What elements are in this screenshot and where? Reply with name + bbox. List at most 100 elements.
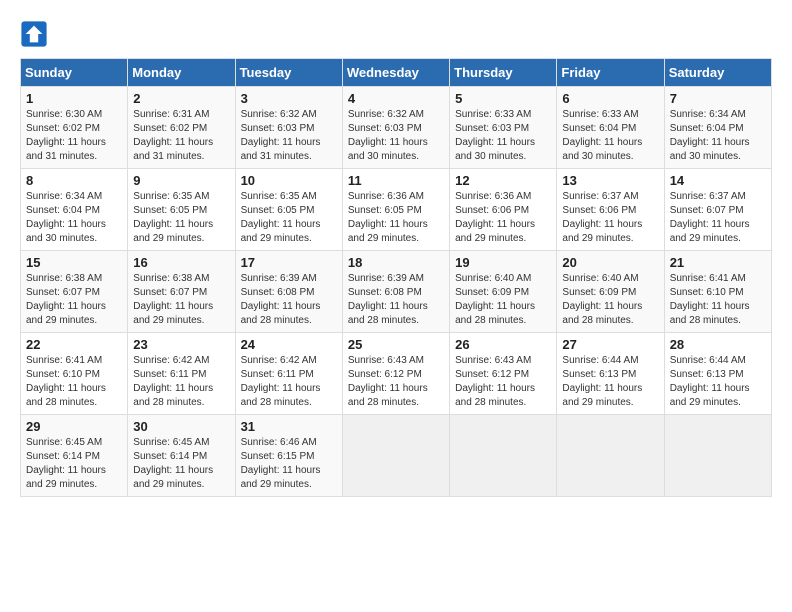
day-content: Sunrise: 6:33 AMSunset: 6:03 PMDaylight:… [455,108,551,164]
calendar-cell [450,415,557,497]
calendar-cell: 12Sunrise: 6:36 AMSunset: 6:06 PMDayligh… [450,169,557,251]
day-content: Sunrise: 6:34 AMSunset: 6:04 PMDaylight:… [670,108,766,164]
day-content: Sunrise: 6:30 AMSunset: 6:02 PMDaylight:… [26,108,122,164]
day-number: 15 [26,255,122,270]
day-content: Sunrise: 6:33 AMSunset: 6:04 PMDaylight:… [562,108,658,164]
calendar-cell: 26Sunrise: 6:43 AMSunset: 6:12 PMDayligh… [450,333,557,415]
day-number: 7 [670,91,766,106]
day-content: Sunrise: 6:38 AMSunset: 6:07 PMDaylight:… [26,272,122,328]
calendar-cell: 23 Sunrise: 6:42 AMSunset: 6:11 PMDayligh… [128,333,235,415]
day-content: Sunrise: 6:40 AMSunset: 6:09 PMDaylight:… [455,272,551,328]
calendar-cell: 1 Sunrise: 6:30 AMSunset: 6:02 PMDaylight… [21,87,128,169]
day-number: 31 [241,419,337,434]
calendar-cell: 11 Sunrise: 6:36 AMSunset: 6:05 PMDayligh… [342,169,449,251]
calendar-cell: 18 Sunrise: 6:39 AMSunset: 6:08 PMDayligh… [342,251,449,333]
day-number: 11 [348,173,444,188]
day-content: Sunrise: 6:39 AMSunset: 6:08 PMDaylight:… [348,272,444,328]
calendar-cell: 25Sunrise: 6:43 AMSunset: 6:12 PMDayligh… [342,333,449,415]
weekday-header-thursday: Thursday [450,59,557,87]
calendar-cell: 20 Sunrise: 6:40 AMSunset: 6:09 PMDayligh… [557,251,664,333]
day-content: Sunrise: 6:42 AMSunset: 6:11 PMDaylight:… [133,354,229,410]
calendar-cell: 13 Sunrise: 6:37 AMSunset: 6:06 PMDayligh… [557,169,664,251]
day-number: 21 [670,255,766,270]
day-number: 22 [26,337,122,352]
weekday-header-saturday: Saturday [664,59,771,87]
calendar-cell: 7 Sunrise: 6:34 AMSunset: 6:04 PMDaylight… [664,87,771,169]
calendar-cell: 24 Sunrise: 6:42 AMSunset: 6:11 PMDayligh… [235,333,342,415]
calendar-cell: 6Sunrise: 6:33 AMSunset: 6:04 PMDaylight… [557,87,664,169]
logo [20,20,52,48]
calendar-cell: 29 Sunrise: 6:45 AMSunset: 6:14 PMDayligh… [21,415,128,497]
day-number: 8 [26,173,122,188]
day-number: 13 [562,173,658,188]
day-number: 9 [133,173,229,188]
calendar-cell: 16 Sunrise: 6:38 AMSunset: 6:07 PMDayligh… [128,251,235,333]
day-number: 3 [241,91,337,106]
calendar-cell [557,415,664,497]
calendar-cell: 27Sunrise: 6:44 AMSunset: 6:13 PMDayligh… [557,333,664,415]
day-content: Sunrise: 6:36 AMSunset: 6:05 PMDaylight:… [348,190,444,246]
day-number: 17 [241,255,337,270]
page-header [20,20,772,48]
calendar-cell: 8 Sunrise: 6:34 AMSunset: 6:04 PMDaylight… [21,169,128,251]
day-content: Sunrise: 6:45 AMSunset: 6:14 PMDaylight:… [26,436,122,492]
day-number: 1 [26,91,122,106]
calendar-week-2: 15 Sunrise: 6:38 AMSunset: 6:07 PMDayligh… [21,251,772,333]
calendar-cell: 21 Sunrise: 6:41 AMSunset: 6:10 PMDayligh… [664,251,771,333]
day-content: Sunrise: 6:44 AMSunset: 6:13 PMDaylight:… [670,354,766,410]
day-content: Sunrise: 6:37 AMSunset: 6:07 PMDaylight:… [670,190,766,246]
calendar-cell: 22 Sunrise: 6:41 AMSunset: 6:10 PMDayligh… [21,333,128,415]
day-number: 20 [562,255,658,270]
day-content: Sunrise: 6:42 AMSunset: 6:11 PMDaylight:… [241,354,337,410]
day-content: Sunrise: 6:44 AMSunset: 6:13 PMDaylight:… [562,354,658,410]
calendar-cell: 2 Sunrise: 6:31 AMSunset: 6:02 PMDaylight… [128,87,235,169]
weekday-header-friday: Friday [557,59,664,87]
day-number: 18 [348,255,444,270]
calendar-cell: 31 Sunrise: 6:46 AMSunset: 6:15 PMDayligh… [235,415,342,497]
day-content: Sunrise: 6:34 AMSunset: 6:04 PMDaylight:… [26,190,122,246]
day-number: 28 [670,337,766,352]
day-number: 25 [348,337,444,352]
calendar-cell: 14 Sunrise: 6:37 AMSunset: 6:07 PMDayligh… [664,169,771,251]
day-content: Sunrise: 6:38 AMSunset: 6:07 PMDaylight:… [133,272,229,328]
day-number: 30 [133,419,229,434]
calendar-cell: 28 Sunrise: 6:44 AMSunset: 6:13 PMDayligh… [664,333,771,415]
day-number: 16 [133,255,229,270]
day-content: Sunrise: 6:46 AMSunset: 6:15 PMDaylight:… [241,436,337,492]
calendar-table: SundayMondayTuesdayWednesdayThursdayFrid… [20,58,772,497]
day-content: Sunrise: 6:37 AMSunset: 6:06 PMDaylight:… [562,190,658,246]
day-content: Sunrise: 6:40 AMSunset: 6:09 PMDaylight:… [562,272,658,328]
day-content: Sunrise: 6:32 AMSunset: 6:03 PMDaylight:… [348,108,444,164]
day-content: Sunrise: 6:45 AMSunset: 6:14 PMDaylight:… [133,436,229,492]
day-content: Sunrise: 6:35 AMSunset: 6:05 PMDaylight:… [133,190,229,246]
calendar-cell: 5 Sunrise: 6:33 AMSunset: 6:03 PMDaylight… [450,87,557,169]
day-content: Sunrise: 6:43 AMSunset: 6:12 PMDaylight:… [455,354,551,410]
weekday-header-wednesday: Wednesday [342,59,449,87]
calendar-cell: 10 Sunrise: 6:35 AMSunset: 6:05 PMDayligh… [235,169,342,251]
day-number: 2 [133,91,229,106]
day-content: Sunrise: 6:31 AMSunset: 6:02 PMDaylight:… [133,108,229,164]
calendar-week-4: 29 Sunrise: 6:45 AMSunset: 6:14 PMDayligh… [21,415,772,497]
day-content: Sunrise: 6:39 AMSunset: 6:08 PMDaylight:… [241,272,337,328]
calendar-cell [342,415,449,497]
calendar-cell: 19 Sunrise: 6:40 AMSunset: 6:09 PMDayligh… [450,251,557,333]
day-number: 4 [348,91,444,106]
day-number: 29 [26,419,122,434]
calendar-week-0: 1 Sunrise: 6:30 AMSunset: 6:02 PMDaylight… [21,87,772,169]
weekday-header-tuesday: Tuesday [235,59,342,87]
day-number: 24 [241,337,337,352]
calendar-cell [664,415,771,497]
day-number: 23 [133,337,229,352]
calendar-cell: 3 Sunrise: 6:32 AMSunset: 6:03 PMDaylight… [235,87,342,169]
day-content: Sunrise: 6:41 AMSunset: 6:10 PMDaylight:… [670,272,766,328]
day-number: 5 [455,91,551,106]
calendar-week-1: 8 Sunrise: 6:34 AMSunset: 6:04 PMDaylight… [21,169,772,251]
day-content: Sunrise: 6:35 AMSunset: 6:05 PMDaylight:… [241,190,337,246]
calendar-cell: 30 Sunrise: 6:45 AMSunset: 6:14 PMDayligh… [128,415,235,497]
day-number: 19 [455,255,551,270]
day-number: 10 [241,173,337,188]
day-content: Sunrise: 6:41 AMSunset: 6:10 PMDaylight:… [26,354,122,410]
day-number: 14 [670,173,766,188]
day-content: Sunrise: 6:32 AMSunset: 6:03 PMDaylight:… [241,108,337,164]
calendar-cell: 17 Sunrise: 6:39 AMSunset: 6:08 PMDayligh… [235,251,342,333]
